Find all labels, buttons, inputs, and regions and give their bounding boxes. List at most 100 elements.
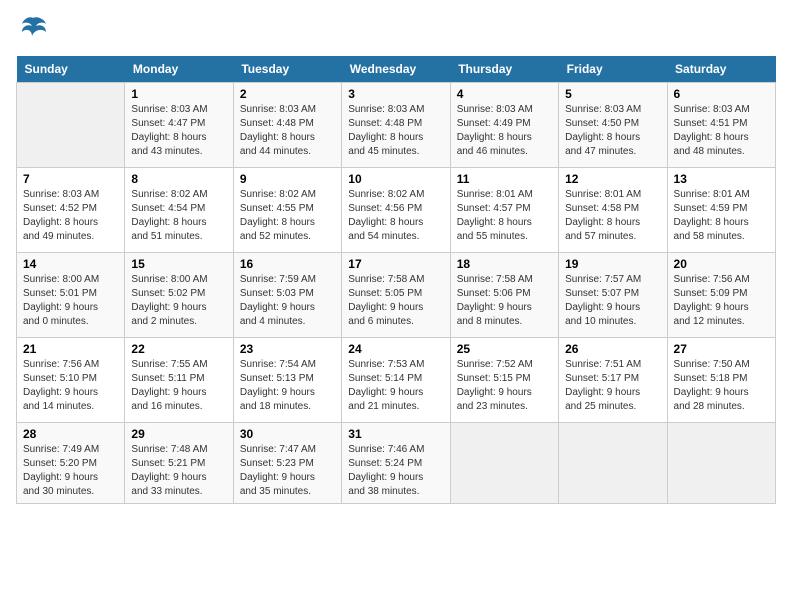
day-info: Sunrise: 7:57 AMSunset: 5:07 PMDaylight:… xyxy=(565,273,660,329)
day-number: 14 xyxy=(23,257,118,271)
calendar-day-cell: 7 Sunrise: 8:03 AMSunset: 4:52 PMDaylight… xyxy=(17,168,125,253)
calendar-day-header: Tuesday xyxy=(233,56,341,83)
calendar-day-cell: 20 Sunrise: 7:56 AMSunset: 5:09 PMDayligh… xyxy=(667,253,775,338)
day-info: Sunrise: 8:01 AMSunset: 4:57 PMDaylight:… xyxy=(457,188,552,244)
calendar-day-cell: 8 Sunrise: 8:02 AMSunset: 4:54 PMDaylight… xyxy=(125,168,233,253)
calendar-day-cell: 21 Sunrise: 7:56 AMSunset: 5:10 PMDayligh… xyxy=(17,338,125,423)
calendar-day-cell: 11 Sunrise: 8:01 AMSunset: 4:57 PMDayligh… xyxy=(450,168,558,253)
day-number: 11 xyxy=(457,172,552,186)
day-number: 26 xyxy=(565,342,660,356)
day-info: Sunrise: 7:49 AMSunset: 5:20 PMDaylight:… xyxy=(23,443,118,499)
day-number: 20 xyxy=(674,257,769,271)
day-info: Sunrise: 7:55 AMSunset: 5:11 PMDaylight:… xyxy=(131,358,226,414)
calendar-day-cell: 3 Sunrise: 8:03 AMSunset: 4:48 PMDaylight… xyxy=(342,83,450,168)
day-number: 2 xyxy=(240,87,335,101)
day-info: Sunrise: 8:01 AMSunset: 4:58 PMDaylight:… xyxy=(565,188,660,244)
day-info: Sunrise: 7:50 AMSunset: 5:18 PMDaylight:… xyxy=(674,358,769,414)
day-info: Sunrise: 7:56 AMSunset: 5:10 PMDaylight:… xyxy=(23,358,118,414)
calendar-day-cell: 25 Sunrise: 7:52 AMSunset: 5:15 PMDayligh… xyxy=(450,338,558,423)
logo xyxy=(16,16,48,44)
day-number: 7 xyxy=(23,172,118,186)
day-info: Sunrise: 8:03 AMSunset: 4:50 PMDaylight:… xyxy=(565,103,660,159)
day-info: Sunrise: 8:03 AMSunset: 4:48 PMDaylight:… xyxy=(348,103,443,159)
calendar-day-cell: 13 Sunrise: 8:01 AMSunset: 4:59 PMDayligh… xyxy=(667,168,775,253)
day-info: Sunrise: 7:48 AMSunset: 5:21 PMDaylight:… xyxy=(131,443,226,499)
calendar-day-cell: 14 Sunrise: 8:00 AMSunset: 5:01 PMDayligh… xyxy=(17,253,125,338)
day-info: Sunrise: 7:58 AMSunset: 5:05 PMDaylight:… xyxy=(348,273,443,329)
day-number: 3 xyxy=(348,87,443,101)
day-info: Sunrise: 8:03 AMSunset: 4:49 PMDaylight:… xyxy=(457,103,552,159)
day-number: 13 xyxy=(674,172,769,186)
calendar-day-cell xyxy=(17,83,125,168)
calendar-day-cell: 15 Sunrise: 8:00 AMSunset: 5:02 PMDayligh… xyxy=(125,253,233,338)
calendar-day-cell: 23Sunrise: 7:54 AMSunset: 5:13 PMDayligh… xyxy=(233,338,341,423)
calendar-day-header: Sunday xyxy=(17,56,125,83)
day-info: Sunrise: 7:52 AMSunset: 5:15 PMDaylight:… xyxy=(457,358,552,414)
day-number: 17 xyxy=(348,257,443,271)
day-number: 28 xyxy=(23,427,118,441)
day-info: Sunrise: 7:47 AMSunset: 5:23 PMDaylight:… xyxy=(240,443,335,499)
calendar-week-row: 28 Sunrise: 7:49 AMSunset: 5:20 PMDayligh… xyxy=(17,423,776,504)
calendar-day-header: Friday xyxy=(559,56,667,83)
day-info: Sunrise: 8:01 AMSunset: 4:59 PMDaylight:… xyxy=(674,188,769,244)
day-number: 21 xyxy=(23,342,118,356)
calendar-day-cell: 16 Sunrise: 7:59 AMSunset: 5:03 PMDayligh… xyxy=(233,253,341,338)
day-number: 29 xyxy=(131,427,226,441)
calendar-day-cell: 10 Sunrise: 8:02 AMSunset: 4:56 PMDayligh… xyxy=(342,168,450,253)
calendar-day-cell: 9 Sunrise: 8:02 AMSunset: 4:55 PMDaylight… xyxy=(233,168,341,253)
day-number: 25 xyxy=(457,342,552,356)
day-info: Sunrise: 7:56 AMSunset: 5:09 PMDaylight:… xyxy=(674,273,769,329)
day-number: 16 xyxy=(240,257,335,271)
day-info: Sunrise: 8:03 AMSunset: 4:51 PMDaylight:… xyxy=(674,103,769,159)
calendar-day-cell: 30Sunrise: 7:47 AMSunset: 5:23 PMDayligh… xyxy=(233,423,341,504)
calendar-day-cell: 4 Sunrise: 8:03 AMSunset: 4:49 PMDaylight… xyxy=(450,83,558,168)
calendar-day-cell: 26Sunrise: 7:51 AMSunset: 5:17 PMDayligh… xyxy=(559,338,667,423)
day-number: 27 xyxy=(674,342,769,356)
calendar-day-cell: 6Sunrise: 8:03 AMSunset: 4:51 PMDaylight… xyxy=(667,83,775,168)
calendar-day-cell: 2 Sunrise: 8:03 AMSunset: 4:48 PMDaylight… xyxy=(233,83,341,168)
day-number: 4 xyxy=(457,87,552,101)
calendar-day-header: Wednesday xyxy=(342,56,450,83)
calendar-day-cell xyxy=(450,423,558,504)
calendar-day-cell: 27 Sunrise: 7:50 AMSunset: 5:18 PMDayligh… xyxy=(667,338,775,423)
calendar-day-cell: 18Sunrise: 7:58 AMSunset: 5:06 PMDayligh… xyxy=(450,253,558,338)
day-info: Sunrise: 7:58 AMSunset: 5:06 PMDaylight:… xyxy=(457,273,552,329)
day-number: 24 xyxy=(348,342,443,356)
calendar-week-row: 1Sunrise: 8:03 AMSunset: 4:47 PMDaylight… xyxy=(17,83,776,168)
calendar-day-cell xyxy=(667,423,775,504)
calendar-day-cell: 17 Sunrise: 7:58 AMSunset: 5:05 PMDayligh… xyxy=(342,253,450,338)
calendar-week-row: 14 Sunrise: 8:00 AMSunset: 5:01 PMDayligh… xyxy=(17,253,776,338)
day-number: 19 xyxy=(565,257,660,271)
calendar-day-cell: 31Sunrise: 7:46 AMSunset: 5:24 PMDayligh… xyxy=(342,423,450,504)
day-info: Sunrise: 8:00 AMSunset: 5:02 PMDaylight:… xyxy=(131,273,226,329)
day-info: Sunrise: 8:03 AMSunset: 4:52 PMDaylight:… xyxy=(23,188,118,244)
day-number: 12 xyxy=(565,172,660,186)
day-info: Sunrise: 7:53 AMSunset: 5:14 PMDaylight:… xyxy=(348,358,443,414)
day-info: Sunrise: 7:59 AMSunset: 5:03 PMDaylight:… xyxy=(240,273,335,329)
day-number: 10 xyxy=(348,172,443,186)
day-info: Sunrise: 8:02 AMSunset: 4:54 PMDaylight:… xyxy=(131,188,226,244)
calendar-week-row: 7 Sunrise: 8:03 AMSunset: 4:52 PMDaylight… xyxy=(17,168,776,253)
day-number: 31 xyxy=(348,427,443,441)
calendar-day-cell: 28 Sunrise: 7:49 AMSunset: 5:20 PMDayligh… xyxy=(17,423,125,504)
calendar-day-header: Thursday xyxy=(450,56,558,83)
day-info: Sunrise: 8:02 AMSunset: 4:55 PMDaylight:… xyxy=(240,188,335,244)
calendar-header-row: SundayMondayTuesdayWednesdayThursdayFrid… xyxy=(17,56,776,83)
day-number: 1 xyxy=(131,87,226,101)
day-number: 9 xyxy=(240,172,335,186)
calendar-day-header: Saturday xyxy=(667,56,775,83)
calendar-day-header: Monday xyxy=(125,56,233,83)
calendar-day-cell: 12 Sunrise: 8:01 AMSunset: 4:58 PMDayligh… xyxy=(559,168,667,253)
day-number: 5 xyxy=(565,87,660,101)
calendar-day-cell: 5 Sunrise: 8:03 AMSunset: 4:50 PMDaylight… xyxy=(559,83,667,168)
calendar-week-row: 21 Sunrise: 7:56 AMSunset: 5:10 PMDayligh… xyxy=(17,338,776,423)
day-info: Sunrise: 8:03 AMSunset: 4:48 PMDaylight:… xyxy=(240,103,335,159)
logo-bird-icon xyxy=(18,16,48,44)
page-header xyxy=(16,16,776,44)
day-number: 8 xyxy=(131,172,226,186)
day-number: 23 xyxy=(240,342,335,356)
day-number: 15 xyxy=(131,257,226,271)
calendar-day-cell: 19 Sunrise: 7:57 AMSunset: 5:07 PMDayligh… xyxy=(559,253,667,338)
day-info: Sunrise: 8:00 AMSunset: 5:01 PMDaylight:… xyxy=(23,273,118,329)
day-info: Sunrise: 8:02 AMSunset: 4:56 PMDaylight:… xyxy=(348,188,443,244)
